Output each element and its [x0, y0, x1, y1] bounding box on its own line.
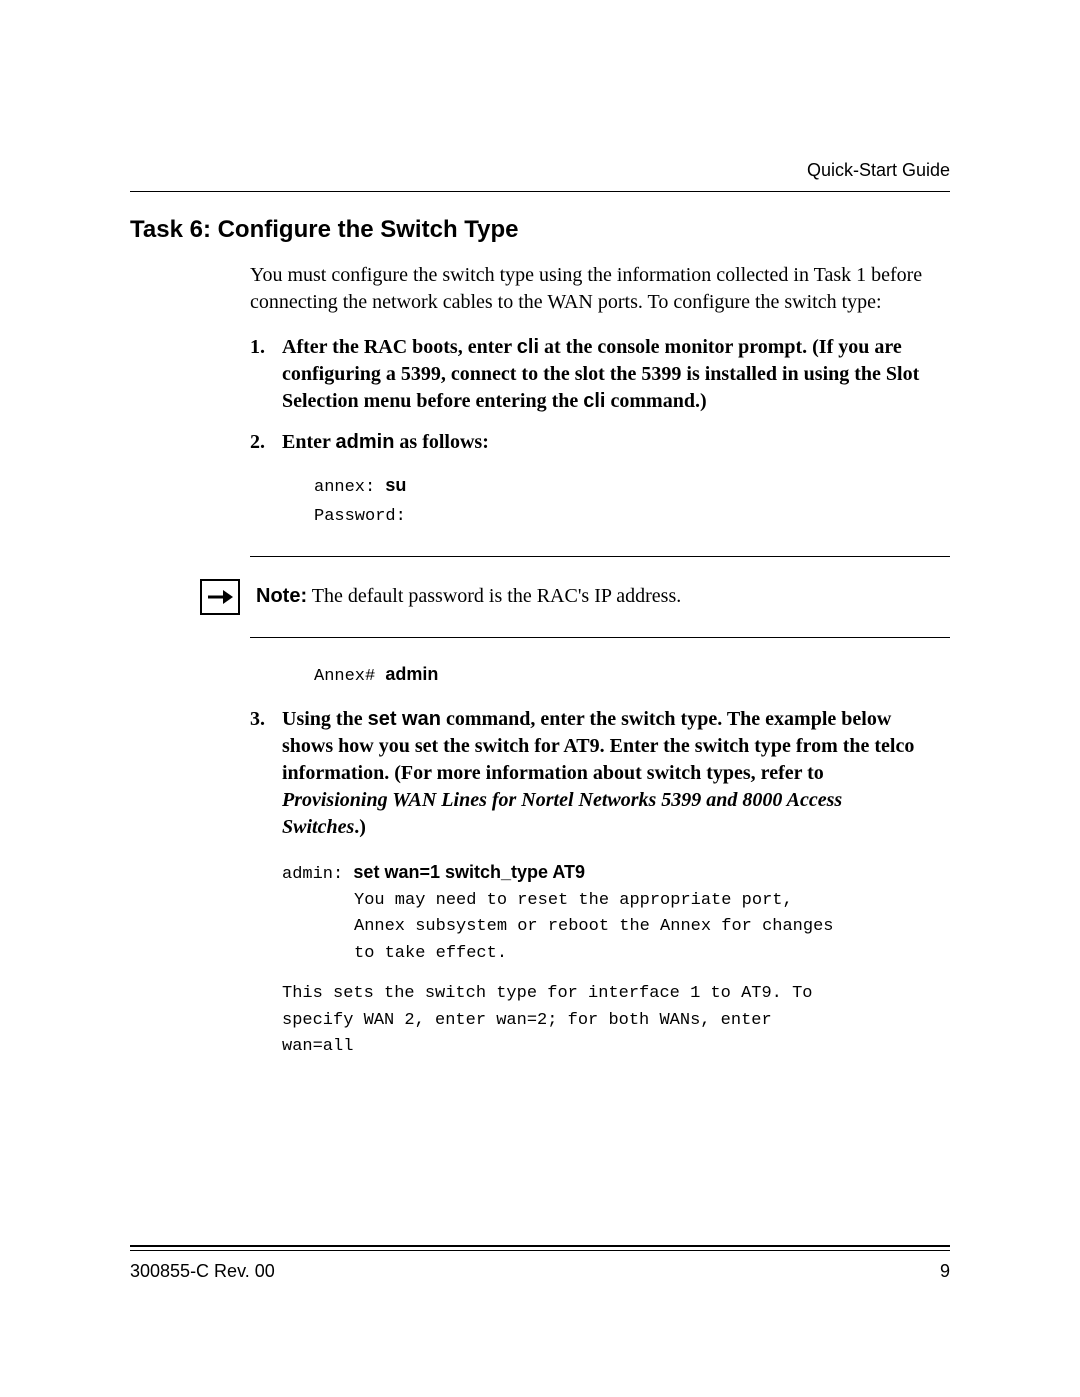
step-1-post: command.) [606, 390, 707, 412]
note-row: Note: The default password is the RAC's … [130, 557, 950, 637]
step-1-cli-kw-2: cli [583, 390, 605, 412]
page-header: Quick-Start Guide [130, 160, 950, 192]
note-block: Note: The default password is the RAC's … [130, 556, 950, 638]
intro-paragraph: You must configure the switch type using… [250, 262, 930, 316]
code-line: You may need to reset the appropriate po… [282, 888, 950, 914]
step-1-text: After the RAC boots, enter cli at the co… [282, 336, 919, 412]
step-3-wrap: Using the set wan command, enter the swi… [250, 706, 930, 841]
page-number: 9 [940, 1261, 950, 1282]
note-label: Note: [256, 585, 307, 607]
code-line: admin: set wan=1 switch_type AT9 [282, 859, 950, 888]
arrow-right-icon [200, 579, 240, 615]
footer-row: 300855-C Rev. 00 9 [130, 1261, 950, 1282]
footer-rule-thick [130, 1245, 950, 1247]
running-head: Quick-Start Guide [130, 160, 950, 181]
code-cmd: admin [385, 664, 438, 684]
note-rule-bottom [250, 637, 950, 638]
code-prompt: admin: [282, 865, 353, 884]
page-content: Quick-Start Guide Task 6: Configure the … [0, 0, 1080, 1060]
step-2: Enter admin as follows: annex: su Passwo… [250, 429, 930, 532]
step-3-pre: Using the [282, 708, 368, 730]
step-2-text: Enter admin as follows: [282, 431, 489, 453]
step-list: After the RAC boots, enter cli at the co… [250, 334, 930, 532]
step-1-cli-kw-1: cli [517, 336, 539, 358]
step-1: After the RAC boots, enter cli at the co… [250, 334, 930, 415]
section-title: Task 6: Configure the Switch Type [130, 216, 950, 244]
body-column: You must configure the switch type using… [250, 262, 930, 532]
code-prompt: Annex# [314, 667, 385, 686]
code-line: Password: [314, 503, 930, 532]
post-note-code: Annex# admin [314, 664, 950, 686]
doc-id: 300855-C Rev. 00 [130, 1261, 275, 1282]
code-cmd: set wan=1 switch_type AT9 [353, 862, 585, 882]
step-3-code: admin: set wan=1 switch_type AT9 You may… [282, 859, 950, 967]
note-text: Note: The default password is the RAC's … [256, 585, 681, 608]
step-3-post: .) [354, 816, 366, 838]
step-3-explain: This sets the switch type for interface … [282, 981, 840, 1060]
page-footer: 300855-C Rev. 00 9 [130, 1245, 950, 1282]
code-prompt: annex: [314, 478, 385, 497]
step-3-ref-title: Provisioning WAN Lines for Nortel Networ… [282, 789, 842, 838]
step-3: Using the set wan command, enter the swi… [250, 706, 930, 841]
code-line: annex: su [314, 470, 930, 503]
step-3-text: Using the set wan command, enter the swi… [282, 708, 914, 838]
step-2-admin-kw: admin [336, 431, 395, 453]
code-line: Annex subsystem or reboot the Annex for … [282, 914, 950, 940]
code-cmd: su [385, 475, 406, 495]
step-2-post: as follows: [394, 431, 488, 453]
note-body: The default password is the RAC's IP add… [307, 585, 681, 607]
code-line: to take effect. [282, 941, 950, 967]
step-2-code: annex: su Password: [314, 470, 930, 532]
step-1-pre: After the RAC boots, enter [282, 336, 517, 358]
step-2-pre: Enter [282, 431, 336, 453]
step-3-setwan-kw: set wan [368, 708, 441, 730]
footer-rule-thin [130, 1250, 950, 1251]
